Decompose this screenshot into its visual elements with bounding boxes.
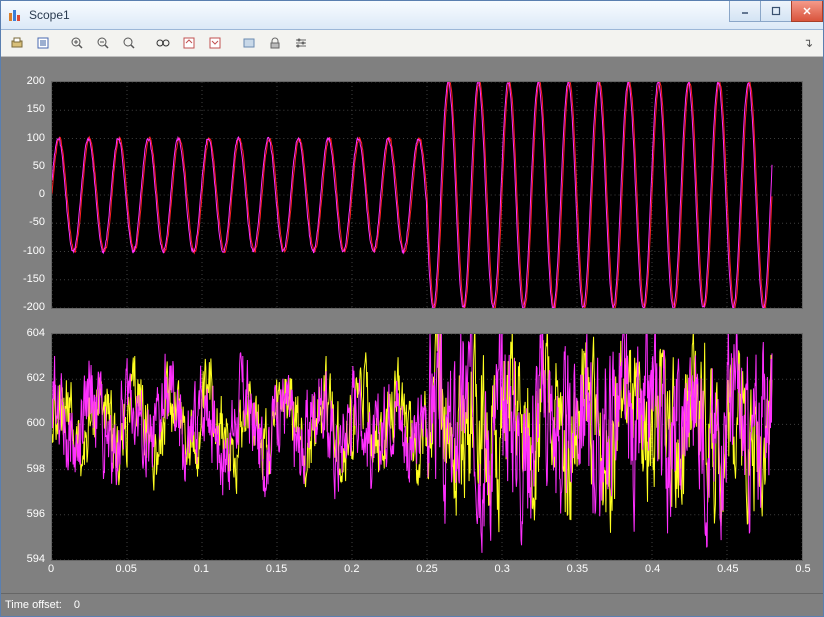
y-tick-label: 200 [27, 75, 45, 87]
signal-selection-button[interactable] [289, 31, 313, 55]
scope-window: Scope1 ↴ -200 -150 -100 -50 0 50 100 150 200 594… [0, 0, 824, 617]
x-tick-label: 0.2 [344, 563, 359, 575]
time-offset-label: Time offset: [5, 599, 62, 611]
y-tick-label: 0 [39, 188, 45, 200]
scope-content: -200 -150 -100 -50 0 50 100 150 200 594 596 598 600… [1, 57, 823, 616]
axes-1[interactable] [51, 81, 803, 309]
y-axis-labels-bottom: 594596598600602604 [1, 333, 49, 559]
y-axis-labels-top: -200-150-100-50050100150200 [1, 81, 49, 307]
x-tick-label: 0.1 [194, 563, 209, 575]
print-button[interactable] [5, 31, 29, 55]
y-tick-label: -100 [23, 245, 45, 257]
x-tick-label: 0.35 [567, 563, 588, 575]
x-axis-labels: 00.050.10.150.20.250.30.350.40.450.5 [51, 563, 803, 579]
autoscale-button[interactable] [151, 31, 175, 55]
y-tick-label: 150 [27, 103, 45, 115]
minimize-button[interactable] [729, 1, 761, 22]
parameters-button[interactable] [31, 31, 55, 55]
x-tick-label: 0.4 [645, 563, 660, 575]
time-offset-value: 0 [74, 599, 80, 611]
titlebar: Scope1 [1, 1, 823, 30]
toolbar: ↴ [1, 30, 823, 57]
window-controls [730, 1, 823, 22]
lock-axes-button[interactable] [263, 31, 287, 55]
x-tick-label: 0.05 [115, 563, 136, 575]
axes-2[interactable] [51, 333, 803, 561]
y-tick-label: 596 [27, 508, 45, 520]
maximize-button[interactable] [760, 1, 792, 22]
y-tick-label: 594 [27, 553, 45, 565]
floating-scope-button[interactable] [237, 31, 261, 55]
restore-axes-button[interactable] [203, 31, 227, 55]
y-tick-label: 602 [27, 372, 45, 384]
y-tick-label: -150 [23, 273, 45, 285]
x-tick-label: 0.5 [795, 563, 810, 575]
zoom-out-button[interactable] [91, 31, 115, 55]
close-button[interactable] [791, 1, 823, 22]
app-icon [7, 7, 23, 23]
x-tick-label: 0.3 [495, 563, 510, 575]
toolbar-menu-icon[interactable]: ↴ [803, 36, 819, 50]
zoom-in-button[interactable] [65, 31, 89, 55]
y-tick-label: 598 [27, 463, 45, 475]
x-tick-label: 0.15 [266, 563, 287, 575]
y-tick-label: -200 [23, 301, 45, 313]
y-tick-label: 600 [27, 417, 45, 429]
save-axes-button[interactable] [177, 31, 201, 55]
y-tick-label: 604 [27, 327, 45, 339]
status-bar: Time offset: 0 [1, 593, 823, 616]
y-tick-label: 100 [27, 132, 45, 144]
y-tick-label: 50 [33, 160, 45, 172]
y-tick-label: -50 [29, 216, 45, 228]
x-tick-label: 0.25 [416, 563, 437, 575]
window-title: Scope1 [29, 8, 70, 22]
x-tick-label: 0.45 [717, 563, 738, 575]
zoom-x-button[interactable] [117, 31, 141, 55]
x-tick-label: 0 [48, 563, 54, 575]
